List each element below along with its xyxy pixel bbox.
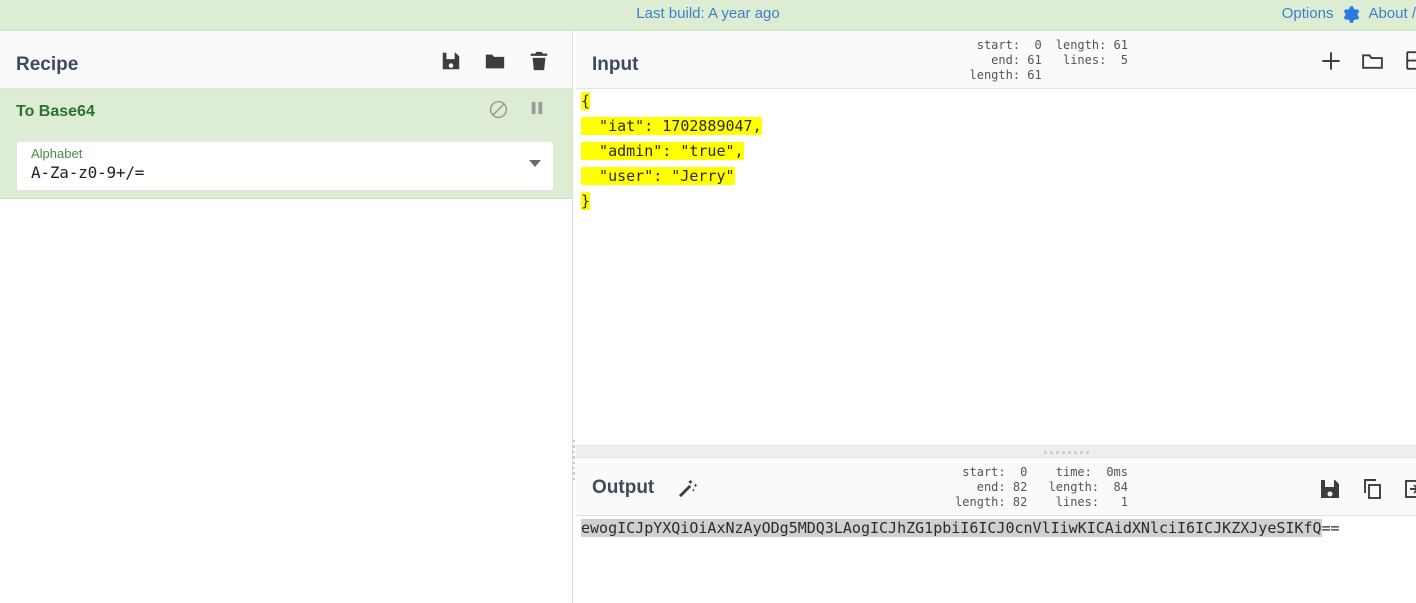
recipe-title-bar: Recipe [0,31,572,89]
cyberchef-app: Last build: A year ago Options About / R… [0,0,1416,603]
output-title-bar: Output start: 0 end: 82 length: 82 time:… [576,458,1416,516]
replace-input-icon[interactable] [1402,477,1416,499]
save-icon[interactable] [1318,477,1340,499]
output-status-right: time: 0ms length: 84 lines: 1 [1041,465,1128,510]
operation-controls [488,99,550,121]
input-line-text: "admin": "true", [581,142,744,160]
output-title: Output [592,477,655,498]
input-line-text: "iat": 1702889047, [581,117,762,135]
input-status-left: start: 0 end: 61 length: 61 [970,38,1042,83]
pause-icon[interactable] [528,99,550,121]
input-lines: lines: 5 [1055,53,1128,67]
save-icon[interactable] [440,50,462,72]
splitter-grip[interactable] [1044,451,1089,454]
about-link[interactable]: About / [1368,5,1416,22]
input-length: length: 61 [969,68,1042,82]
recipe-toolbar [440,50,550,72]
input-toolbar [1318,48,1416,70]
input-line[interactable]: } [576,189,1416,214]
banner-right-links: Options About / [1282,4,1416,23]
input-title: Input [592,54,639,75]
top-banner: Last build: A year ago Options About / [0,0,1416,31]
input-editor[interactable]: { "iat": 1702889047, "admin": "true", "u… [576,89,1416,445]
input-total-length: length: 61 [1055,38,1128,52]
clear-io-icon[interactable] [1402,48,1416,70]
input-end: end: 61 [976,53,1042,67]
alphabet-label: Alphabet [31,146,83,161]
output-text-selected: ewogICJpYXQiOiAxNzAyODg5MDQ3LAogICJhZG1p… [581,519,1322,537]
disable-icon[interactable] [488,99,510,121]
input-line-text: } [581,192,591,210]
output-status-left: start: 0 end: 82 length: 82 [955,465,1027,510]
output-end: end: 82 [962,480,1028,494]
input-status: start: 0 end: 61 length: 61 length: 61 l… [970,38,1129,83]
magic-wand-icon[interactable] [676,476,700,500]
recipe-empty-area[interactable] [0,257,572,603]
output-editor[interactable]: ewogICJpYXQiOiAxNzAyODg5MDQ3LAogICJhZG1p… [576,516,1416,603]
chevron-down-icon[interactable] [529,160,541,167]
output-panel: Output start: 0 end: 82 length: 82 time:… [576,458,1416,603]
output-total-length: length: 84 [1048,480,1128,494]
input-status-right: length: 61 lines: 5 [1056,38,1128,83]
output-lines: lines: 1 [1048,495,1128,509]
input-line[interactable]: { [576,89,1416,114]
last-build-label: Last build: A year ago [636,5,780,22]
input-line[interactable]: "admin": "true", [576,139,1416,164]
trash-icon[interactable] [528,50,550,72]
input-line[interactable]: "user": "Jerry" [576,164,1416,189]
output-toolbar [1318,477,1416,499]
input-panel: Input start: 0 end: 61 length: 61 length… [576,31,1416,445]
input-line[interactable]: "iat": 1702889047, [576,114,1416,139]
output-text-tail: == [1321,519,1340,537]
output-text-row[interactable]: ewogICJpYXQiOiAxNzAyODg5MDQ3LAogICJhZG1p… [576,516,1416,540]
output-length: length: 82 [955,495,1028,509]
input-line-text: "user": "Jerry" [581,167,735,185]
copy-icon[interactable] [1360,477,1382,499]
recipe-operation-to-base64[interactable]: To Base64 Alphabet A-Za-z0-9+/= [0,89,572,199]
operation-title: To Base64 [16,103,95,120]
input-line-text: { [581,92,591,110]
output-start: start: 0 [962,465,1028,479]
add-tab-icon[interactable] [1318,48,1340,70]
input-start: start: 0 [976,38,1042,52]
recipe-title: Recipe [16,54,79,75]
alphabet-value[interactable]: A-Za-z0-9+/= [31,163,144,182]
output-time: time: 0ms [1041,465,1128,479]
horizontal-splitter[interactable] [576,445,1416,458]
open-folder-icon[interactable] [1360,48,1383,70]
gear-icon[interactable] [1341,5,1360,24]
alphabet-argument[interactable]: Alphabet A-Za-z0-9+/= [16,141,554,191]
options-link[interactable]: Options [1282,5,1334,22]
folder-icon[interactable] [484,50,506,72]
input-title-bar: Input start: 0 end: 61 length: 61 length… [576,31,1416,89]
recipe-panel: Recipe To Base64 Alphabet A-Za-z0-9+/= [0,31,573,603]
output-status: start: 0 end: 82 length: 82 time: 0ms le… [955,465,1128,510]
